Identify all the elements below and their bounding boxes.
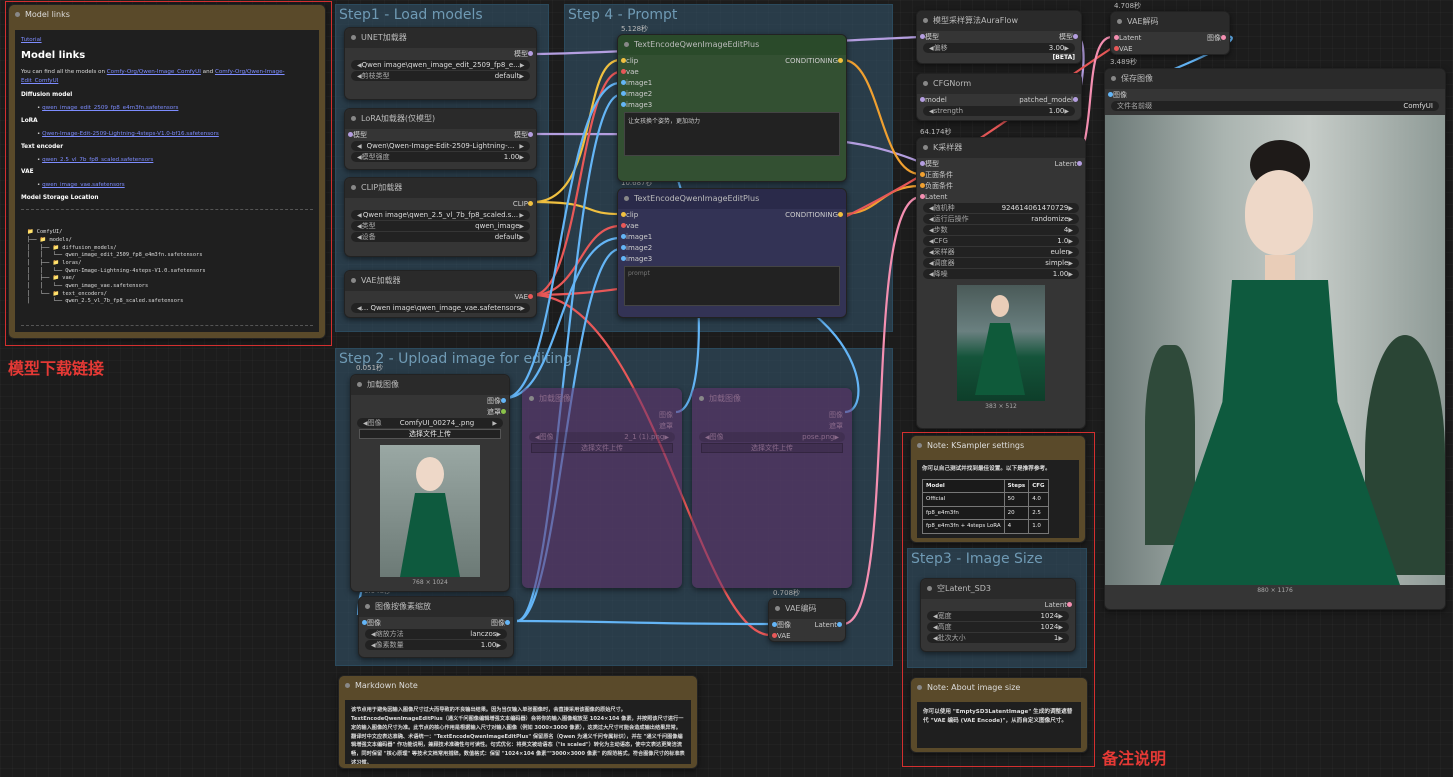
markdown-note-node[interactable]: Markdown Note 该节点用于避免因输入图像尺寸过大而导致的不良输出结果… [338, 675, 698, 769]
te-pos-time: 5.128秒 [621, 25, 649, 33]
sampler-select[interactable]: ◀ 采样器 euler ▶ [923, 247, 1079, 257]
lora-loader-node[interactable]: LoRA加载器(仅模型) 模型 模型 ◀ Qwen\Qwen-Image-Edit-… [344, 108, 537, 170]
annotation-model-download: 模型下载链接 [8, 359, 105, 378]
ksampler-node[interactable]: K采样器 模型 Latent 正面条件 负面条件 Latent ◀ 随机种 92461… [916, 137, 1086, 429]
clip-type-select[interactable]: ◀ 类型 qwen_image ▶ [351, 221, 530, 231]
megapixels-input[interactable]: ◀ 像素数量 1.00 ▶ [365, 640, 507, 650]
annotation-notes: 备注说明 [1102, 749, 1167, 768]
lora-strength-input[interactable]: ◀ 模型强度 1.00 ▶ [351, 152, 530, 162]
seed-input[interactable]: ◀ 随机种 924614061470729 ▶ [923, 203, 1079, 213]
vae-decode-node[interactable]: VAE解码 Latent 图像 VAE [1110, 11, 1230, 55]
filename-prefix-input[interactable]: 文件名前缀 ComfyUI [1111, 101, 1439, 111]
ksampler-preview-image [957, 285, 1045, 401]
unet-loader-node[interactable]: UNET加载器 模型 ◀ Qwen image\qwen_image_edit_2… [344, 27, 537, 100]
lora-name-select[interactable]: ◀ Qwen\Qwen-Image-Edit-2509-Lightning-...… [351, 141, 530, 151]
steps-input[interactable]: ◀ 步数 4 ▶ [923, 225, 1079, 235]
image-scale-node[interactable]: 图像按像素缩放 图像 图像 ◀ 缩放方法 lanczos ▶ ◀ 像素数量 1.00 ▶ [358, 596, 514, 658]
load-image-3-node-bypassed[interactable]: 加载图像 图像 遮罩 ◀ 图像 pose.png ▶ 选择文件上传 [692, 388, 852, 588]
vae-encode-time: 0.708秒 [773, 589, 801, 597]
denoise-input[interactable]: ◀ 降噪 1.00 ▶ [923, 269, 1079, 279]
save-time: 3.489秒 [1110, 58, 1138, 66]
clip-device-select[interactable]: ◀ 设备 default ▶ [351, 232, 530, 242]
text-encode-positive-node[interactable]: TextEncodeQwenImageEditPlus clip CONDITIO… [617, 34, 847, 182]
input-image-preview [380, 445, 480, 577]
image-2-select[interactable]: ◀ 图像 2_1 (1).png ▶ [529, 432, 675, 442]
shift-input[interactable]: ◀ 偏移 3.00 ▶ [923, 43, 1075, 53]
clip-loader-node[interactable]: CLIP加载器 CLIP ◀ Qwen image\qwen_2.5_vl_7b_… [344, 177, 537, 257]
control-after-generate-select[interactable]: ◀ 运行后操作 randomize ▶ [923, 214, 1079, 224]
upscale-method-select[interactable]: ◀ 缩放方法 lanczos ▶ [365, 629, 507, 639]
scheduler-select[interactable]: ◀ 调度器 simple ▶ [923, 258, 1079, 268]
positive-prompt-textarea[interactable]: 让女孩换个姿势，更加动力 [624, 112, 840, 156]
image-3-select[interactable]: ◀ 图像 pose.png ▶ [699, 432, 845, 442]
load-image-time: 0.051秒 [356, 364, 384, 372]
load-image-node[interactable]: 加载图像 图像 遮罩 ◀ 图像 ComfyUI_00274_.png ▶ 选择文件上传… [350, 374, 510, 592]
upload-button[interactable]: 选择文件上传 [359, 429, 501, 439]
save-image-node[interactable]: 保存图像 图像 文件名前缀 ComfyUI 880 × 1176 [1104, 68, 1446, 610]
text-encode-negative-node[interactable]: TextEncodeQwenImageEditPlus clip CONDITIO… [617, 188, 847, 318]
highlight-box-notes [902, 432, 1095, 767]
upload-2-button[interactable]: 选择文件上传 [531, 443, 673, 453]
cfgnorm-node[interactable]: CFGNorm model patched_model ◀ strength 1.00… [916, 73, 1082, 121]
vae-decode-time: 4.708秒 [1114, 2, 1142, 10]
vae-loader-node[interactable]: VAE加载器 VAE ◀... Qwen image\qwen_image_va… [344, 270, 537, 318]
upload-3-button[interactable]: 选择文件上传 [701, 443, 843, 453]
image-select[interactable]: ◀ 图像 ComfyUI_00274_.png ▶ [357, 418, 503, 428]
output-image [1105, 115, 1445, 585]
highlight-box-model-links [5, 1, 332, 346]
load-image-2-node-bypassed[interactable]: 加载图像 图像 遮罩 ◀ 图像 2_1 (1).png ▶ 选择文件上传 [522, 388, 682, 588]
clip-name-select[interactable]: ◀ Qwen image\qwen_2.5_vl_7b_fp8_scaled.s.… [351, 210, 530, 220]
negative-prompt-textarea[interactable]: prompt [624, 266, 840, 306]
weight-dtype-select[interactable]: ◀ 剪枝类型 default ▶ [351, 71, 530, 81]
ksampler-time: 64.174秒 [920, 128, 952, 136]
unet-name-select[interactable]: ◀ Qwen image\qwen_image_edit_2509_fp8_e..… [351, 60, 530, 70]
cfg-input[interactable]: ◀ CFG 1.0 ▶ [923, 236, 1079, 246]
vae-encode-node[interactable]: VAE编码 图像 Latent VAE [768, 598, 846, 642]
cfgnorm-strength-input[interactable]: ◀ strength 1.00 ▶ [923, 106, 1075, 116]
vae-name-select[interactable]: ◀... Qwen image\qwen_image_vae.safetenso… [351, 303, 530, 313]
aura-flow-node[interactable]: 模型采样算法AuraFlow 模型 模型 ◀ 偏移 3.00 ▶ [BETA] [916, 10, 1082, 64]
